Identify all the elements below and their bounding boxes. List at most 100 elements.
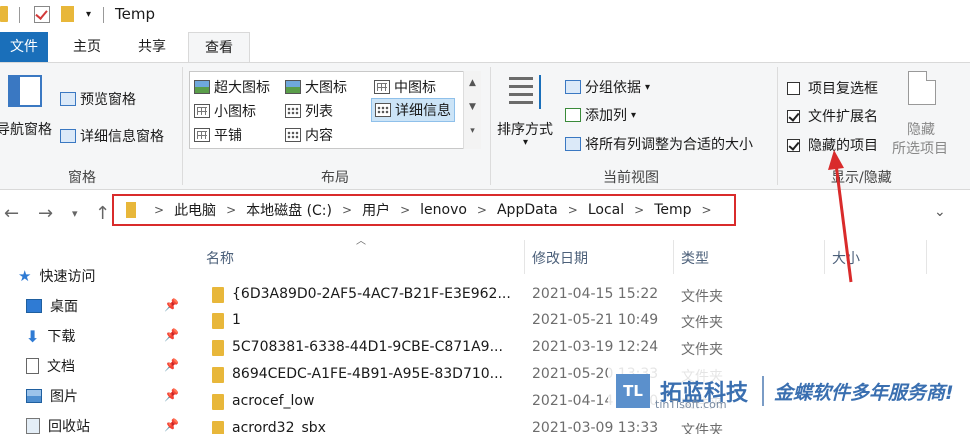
view-large-icons[interactable]: 大图标 xyxy=(285,77,347,97)
group-by-button[interactable]: 分组依据 ▾ xyxy=(565,77,650,97)
view-content[interactable]: 内容 xyxy=(285,125,333,145)
file-row[interactable]: 5C708381-6338-44D1-9CBE-C871A9... 2021-0… xyxy=(184,335,970,361)
sort-by-dropdown-icon[interactable]: ▾ xyxy=(523,137,528,148)
nav-item-pictures[interactable]: 图片 xyxy=(26,386,78,406)
pin-icon[interactable]: 📌 xyxy=(164,358,179,372)
file-date: 2021-04-15 15:22 xyxy=(532,286,659,302)
chevron-right-icon[interactable]: > xyxy=(342,203,352,217)
sort-by-button[interactable]: 排序方式 xyxy=(497,119,553,139)
nav-pane-icon[interactable] xyxy=(8,75,42,107)
view-tiles[interactable]: 平铺 xyxy=(194,125,242,145)
pin-icon[interactable]: 📌 xyxy=(164,298,179,312)
chevron-right-icon[interactable]: > xyxy=(568,203,578,217)
hidden-items-toggle[interactable]: 隐藏的项目 xyxy=(787,135,878,155)
sort-icon[interactable] xyxy=(509,73,543,111)
column-header-date[interactable]: 修改日期 xyxy=(532,248,588,268)
fit-columns-button[interactable]: 将所有列调整为合适的大小 xyxy=(565,134,753,154)
folder-icon xyxy=(126,202,136,218)
address-row: ← → ▾ ↑ > 此电脑 > 本地磁盘 (C:) > 用户 > lenovo … xyxy=(0,190,970,240)
nav-item-desktop[interactable]: 桌面 xyxy=(26,296,78,316)
details-pane-icon xyxy=(60,129,76,143)
view-details[interactable]: 详细信息 xyxy=(371,98,455,122)
column-divider[interactable] xyxy=(673,240,674,274)
preview-pane-icon xyxy=(60,92,76,106)
quick-access-dropdown-icon[interactable]: ▾ xyxy=(86,9,91,20)
chevron-right-icon[interactable]: > xyxy=(634,203,644,217)
forward-icon[interactable]: → xyxy=(38,203,53,224)
breadcrumb[interactable]: 此电脑 xyxy=(174,200,216,220)
view-medium-icons[interactable]: 中图标 xyxy=(374,77,436,97)
pin-icon[interactable]: 📌 xyxy=(164,388,179,402)
nav-item-downloads[interactable]: ⬇ 下载 xyxy=(26,326,75,346)
pin-icon[interactable]: 📌 xyxy=(164,418,179,432)
group-separator xyxy=(182,67,183,185)
add-column-button[interactable]: 添加列 ▾ xyxy=(565,105,636,125)
recent-locations-icon[interactable]: ▾ xyxy=(72,207,78,220)
back-icon[interactable]: ← xyxy=(4,203,19,224)
extra-large-icons-icon xyxy=(194,80,210,94)
tab-share[interactable]: 共享 xyxy=(136,32,168,62)
view-extra-large-icons[interactable]: 超大图标 xyxy=(194,77,270,97)
group-by-icon xyxy=(565,80,581,94)
properties-icon[interactable] xyxy=(34,6,50,23)
nav-pane-label: 导航窗格 xyxy=(0,122,52,138)
column-header-size[interactable]: 大小 xyxy=(832,248,860,268)
file-row[interactable]: acrord32_sbx 2021-03-09 13:33 文件夹 xyxy=(184,416,970,434)
file-extensions-checkbox[interactable] xyxy=(787,109,800,123)
hidden-items-label: 隐藏的项目 xyxy=(808,138,878,154)
title-bar: ▾ Temp xyxy=(0,0,970,32)
file-row[interactable]: {6D3A89D0-2AF5-4AC7-B21F-E3E962... 2021-… xyxy=(184,282,970,308)
breadcrumb[interactable]: 本地磁盘 (C:) xyxy=(246,200,332,220)
column-divider[interactable] xyxy=(926,240,927,274)
nav-item-documents[interactable]: 文档 xyxy=(26,356,75,376)
hidden-items-checkbox[interactable] xyxy=(787,138,800,152)
pin-icon[interactable]: 📌 xyxy=(164,328,179,342)
file-date: 2021-03-09 13:33 xyxy=(532,420,659,434)
column-divider[interactable] xyxy=(524,240,525,274)
file-extensions-toggle[interactable]: 文件扩展名 xyxy=(787,106,878,126)
breadcrumb[interactable]: lenovo xyxy=(420,202,467,218)
view-label: 列表 xyxy=(305,104,333,120)
nav-pane-button[interactable]: 导航窗格 xyxy=(0,119,52,139)
breadcrumb[interactable]: Temp xyxy=(654,202,691,218)
breadcrumb[interactable]: Local xyxy=(588,202,624,218)
view-label: 小图标 xyxy=(214,104,256,120)
address-bar[interactable]: > 此电脑 > 本地磁盘 (C:) > 用户 > lenovo > AppDat… xyxy=(112,194,736,226)
item-checkboxes-checkbox[interactable] xyxy=(787,81,800,95)
chevron-right-icon[interactable]: > xyxy=(702,203,712,217)
hide-selected-label-2: 所选项目 xyxy=(892,138,948,158)
nav-item-quick-access[interactable]: ★ 快速访问 xyxy=(18,266,95,286)
chevron-down-icon: ▾ xyxy=(645,81,651,93)
chevron-right-icon[interactable]: > xyxy=(477,203,487,217)
layout-gallery-scroll[interactable]: ▲ ▼ ▾ xyxy=(463,71,481,149)
new-folder-icon[interactable] xyxy=(61,6,74,22)
view-label: 大图标 xyxy=(305,80,347,96)
file-name: {6D3A89D0-2AF5-4AC7-B21F-E3E962... xyxy=(232,286,511,302)
tab-view[interactable]: 查看 xyxy=(188,32,250,62)
view-list[interactable]: 列表 xyxy=(285,101,333,121)
chevron-right-icon[interactable]: > xyxy=(226,203,236,217)
preview-pane-button[interactable]: 预览窗格 xyxy=(60,89,136,109)
tab-home[interactable]: 主页 xyxy=(72,32,102,62)
file-row[interactable]: 1 2021-05-21 10:49 文件夹 xyxy=(184,308,970,334)
tab-file[interactable]: 文件 xyxy=(0,32,48,62)
nav-item-recycle-bin[interactable]: 回收站 xyxy=(26,416,90,434)
column-header-name[interactable]: 名称 xyxy=(206,248,234,268)
watermark: TL 拓蓝科技 tinTlsoft.com 金蝶软件多年服务商! xyxy=(608,366,970,416)
item-checkboxes-label: 项目复选框 xyxy=(808,81,878,97)
content-icon xyxy=(285,128,301,142)
hide-selected-icon[interactable] xyxy=(908,71,936,105)
item-checkboxes-toggle[interactable]: 项目复选框 xyxy=(787,78,878,98)
up-icon[interactable]: ↑ xyxy=(95,203,110,224)
breadcrumb[interactable]: AppData xyxy=(497,202,558,218)
column-divider[interactable] xyxy=(824,240,825,274)
details-pane-button[interactable]: 详细信息窗格 xyxy=(60,126,164,146)
column-header-type[interactable]: 类型 xyxy=(681,248,709,268)
chevron-right-icon[interactable]: > xyxy=(154,203,164,217)
breadcrumb[interactable]: 用户 xyxy=(362,200,390,220)
watermark-slogan: 金蝶软件多年服务商! xyxy=(774,381,954,404)
hide-selected-button[interactable]: 隐藏 xyxy=(907,119,935,139)
address-dropdown-icon[interactable]: ⌄ xyxy=(934,204,946,220)
chevron-right-icon[interactable]: > xyxy=(400,203,410,217)
view-small-icons[interactable]: 小图标 xyxy=(194,101,256,121)
